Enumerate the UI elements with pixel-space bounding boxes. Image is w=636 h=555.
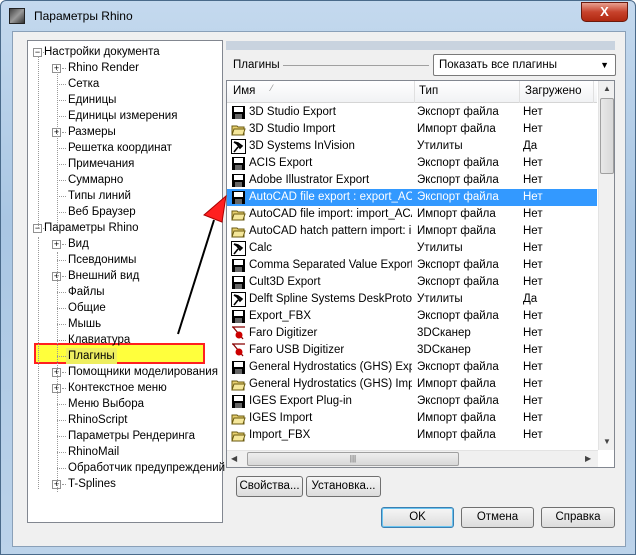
annotation-arrow [177,194,227,335]
